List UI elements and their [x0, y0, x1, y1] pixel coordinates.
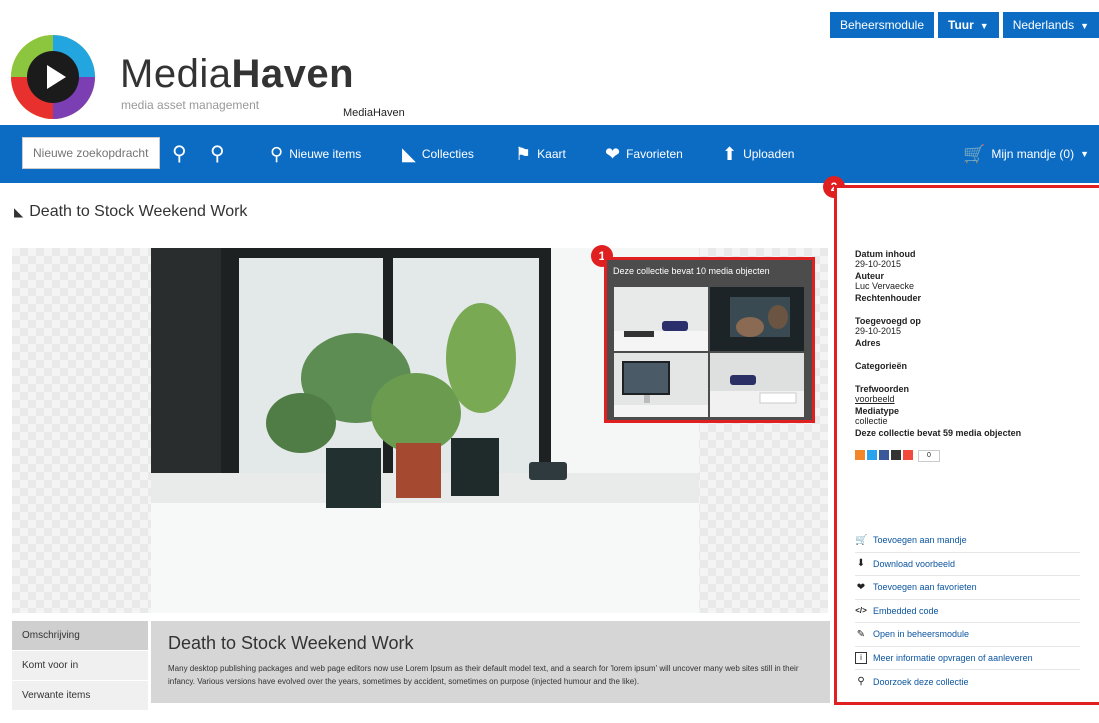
action-label: Toevoegen aan mandje: [873, 535, 967, 546]
brand-tagline: media asset management: [121, 98, 260, 112]
main-navbar: ⚲ ⚲ ⚲ Nieuwe items ◣ Collecties ⚑ Kaart ❤ Fa…: [0, 125, 1099, 183]
action-add-to-cart[interactable]: 🛒 Toevoegen aan mandje: [855, 529, 1080, 553]
cart-label: Mijn mandje (0): [991, 147, 1075, 161]
heart-icon: ❤: [856, 581, 866, 593]
info-icon: i: [855, 651, 867, 664]
nav-new-items-label: Nieuwe items: [289, 147, 362, 161]
date-value: 29-10-2015: [855, 259, 902, 269]
heart-icon: ❤: [605, 143, 621, 164]
page-title-text: Death to Stock Weekend Work: [29, 203, 248, 220]
added-value: 29-10-2015: [855, 326, 902, 336]
action-label: Open in beheersmodule: [873, 629, 970, 640]
nav-collections-label: Collecties: [421, 147, 474, 161]
action-embedded-code[interactable]: </> Embedded code: [855, 600, 1080, 623]
nav-favorites[interactable]: ❤ Favorieten: [605, 139, 683, 169]
nav-map[interactable]: ⚑ Kaart: [515, 139, 566, 169]
nav-collections[interactable]: ◣ Collecties: [402, 139, 474, 169]
folder-icon: ◣: [14, 205, 24, 219]
action-list: 🛒 Toevoegen aan mandje ⬇ Download voorbeel…: [855, 529, 1080, 694]
metadata-sidebar: Datum inhoud 29-10-2015 Auteur Luc Verva…: [834, 185, 1099, 705]
action-label: Doorzoek deze collectie: [873, 676, 969, 687]
metadata-fields: Datum inhoud 29-10-2015 Auteur Luc Verva…: [855, 248, 1090, 462]
action-open-admin[interactable]: ✎ Open in beheersmodule: [855, 623, 1080, 647]
collection-preview[interactable]: Deze collectie bevat 10 media objecten: [604, 257, 815, 423]
address-label: Adres: [855, 338, 881, 348]
site-name: MediaHaven: [343, 107, 405, 119]
map-pin-icon: ⚑: [515, 143, 532, 164]
keyword-link[interactable]: voorbeeld: [855, 394, 1090, 404]
collection-count: Deze collectie bevat 59 media objecten: [855, 428, 1022, 438]
folder-icon: ◣: [402, 143, 416, 164]
description-text: Many desktop publishing packages and web…: [168, 664, 799, 686]
description-title: Death to Stock Weekend Work: [168, 633, 414, 653]
chevron-down-icon: ▼: [1080, 149, 1089, 159]
user-menu-button[interactable]: Tuur ▼: [938, 12, 999, 38]
keywords-label: Trefwoorden: [855, 384, 910, 394]
upload-icon: ⬆: [722, 143, 738, 164]
download-icon: ⬇: [856, 558, 866, 570]
cart-button[interactable]: 🛒 Mijn mandje (0) ▼: [963, 139, 1089, 169]
tab-related-items[interactable]: Verwante items: [12, 681, 148, 711]
action-search-collection[interactable]: ⚲ Doorzoek deze collectie: [855, 670, 1080, 694]
rss-icon[interactable]: [855, 450, 865, 460]
description-panel: Death to Stock Weekend Work Many desktop…: [151, 621, 830, 703]
search-icon[interactable]: ⚲: [172, 141, 187, 166]
top-button-bar: Beheersmodule Tuur ▼ Nederlands ▼: [829, 12, 1099, 38]
mediatype-value: collectie: [855, 416, 888, 426]
preview-title: Deze collectie bevat 10 media objecten: [613, 266, 770, 276]
action-label: Meer informatie opvragen of aanleveren: [873, 652, 1033, 663]
chevron-down-icon: ▼: [979, 21, 989, 31]
nav-new-items[interactable]: ⚲ Nieuwe items: [270, 139, 361, 169]
rights-label: Rechtenhouder: [855, 293, 922, 303]
tab-appears-in[interactable]: Komt voor in: [12, 651, 148, 681]
categories-label: Categorieën: [855, 361, 908, 371]
cart-icon: 🛒: [962, 143, 986, 164]
pencil-icon: ✎: [856, 628, 866, 640]
advanced-search-icon[interactable]: ⚲: [210, 141, 225, 166]
share-count: 0: [918, 450, 940, 462]
print-icon[interactable]: [891, 450, 901, 460]
preview-thumbnail[interactable]: [614, 287, 708, 351]
user-menu-label: Tuur: [948, 18, 974, 32]
preview-grid: [614, 287, 805, 417]
magnifier-icon: ⚲: [270, 143, 284, 164]
action-add-to-favorites[interactable]: ❤ Toevoegen aan favorieten: [855, 576, 1080, 600]
admin-module-label: Beheersmodule: [839, 18, 924, 32]
action-label: Embedded code: [873, 605, 939, 616]
search-input[interactable]: [22, 137, 160, 169]
preview-thumbnail[interactable]: [710, 353, 804, 417]
code-icon: </>: [855, 606, 867, 616]
admin-module-button[interactable]: Beheersmodule: [829, 12, 934, 38]
nav-upload-label: Uploaden: [743, 147, 795, 161]
share-buttons: 0: [855, 450, 1090, 462]
author-label: Auteur: [855, 271, 884, 281]
addthis-icon[interactable]: [903, 450, 913, 460]
author-value: Luc Vervaecke: [855, 281, 915, 291]
detail-tabs: Omschrijving Komt voor in Verwante items: [12, 621, 148, 711]
added-label: Toegevoegd op: [855, 316, 921, 326]
preview-thumbnail[interactable]: [614, 353, 708, 417]
tab-description[interactable]: Omschrijving: [12, 621, 148, 651]
action-request-info[interactable]: i Meer informatie opvragen of aanleveren: [855, 647, 1080, 670]
mediatype-label: Mediatype: [855, 406, 900, 416]
action-label: Download voorbeeld: [873, 558, 956, 569]
language-label: Nederlands: [1012, 18, 1075, 32]
nav-map-label: Kaart: [537, 147, 566, 161]
twitter-icon[interactable]: [867, 450, 877, 460]
chevron-down-icon: ▼: [1080, 21, 1089, 31]
brand-name: MediaHaven: [120, 52, 355, 96]
cart-icon: 🛒: [855, 534, 868, 546]
search-icon: ⚲: [857, 676, 865, 688]
preview-thumbnail[interactable]: [710, 287, 804, 351]
date-label: Datum inhoud: [855, 249, 916, 259]
facebook-icon[interactable]: [879, 450, 889, 460]
mediahaven-logo[interactable]: [10, 34, 96, 120]
language-menu-button[interactable]: Nederlands ▼: [1002, 12, 1099, 38]
page-title: ◣ Death to Stock Weekend Work: [14, 203, 247, 221]
nav-upload[interactable]: ⬆ Uploaden: [722, 139, 794, 169]
action-download-preview[interactable]: ⬇ Download voorbeeld: [855, 553, 1080, 576]
nav-favorites-label: Favorieten: [626, 147, 683, 161]
action-label: Toevoegen aan favorieten: [873, 582, 977, 593]
